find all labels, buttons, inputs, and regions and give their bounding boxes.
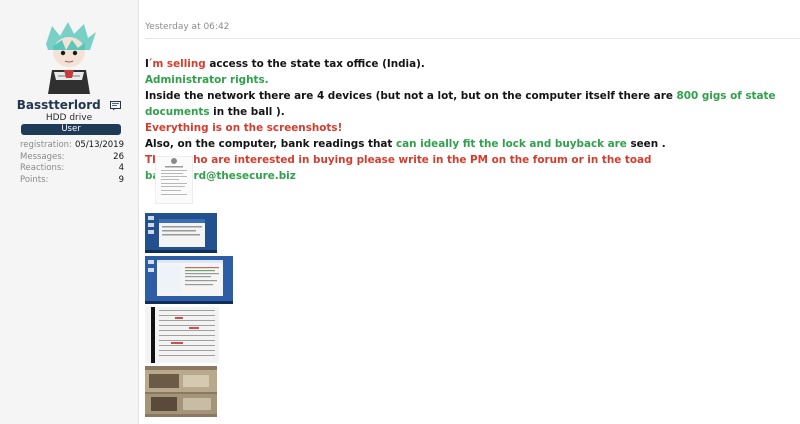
post-line: Inside the network there are 4 devices (… [145, 88, 795, 120]
text-fragment: Everything is on the screenshots! [145, 122, 343, 134]
stat-value: 4 [118, 163, 124, 173]
stat-registration: registration: 05/13/2019 [20, 140, 124, 152]
stat-reactions: Reactions: 4 [20, 163, 124, 175]
stat-value: 26 [113, 151, 124, 162]
text-fragment: seen . [626, 138, 666, 150]
author-sidebar: Basstterlord HDD drive User registration… [0, 0, 139, 424]
post-line: Also, on the computer, bank readings tha… [145, 136, 795, 152]
header-divider [145, 38, 800, 39]
stat-label: Messages: [20, 151, 65, 162]
user-badge: User [21, 124, 121, 135]
author-line: Basstterlord [0, 98, 138, 114]
author-title: HDD drive [45, 113, 93, 123]
attachment-thumbnail[interactable] [145, 256, 233, 304]
post-line: I ́m selling access to the state tax off… [145, 56, 795, 72]
text-fragment: in the ball ). [209, 106, 285, 118]
stat-label: Points: [20, 174, 49, 185]
post-line: Those who are interested in buying pleas… [145, 152, 795, 184]
stat-label: registration: [20, 140, 72, 150]
attachment-thumbnail[interactable] [145, 366, 217, 417]
text-fragment: Inside the network there are 4 devices (… [145, 90, 677, 102]
author-stats: registration: 05/13/2019 Messages: 26 Re… [20, 140, 124, 186]
stat-points: Points: 9 [20, 175, 124, 187]
text-fragment: access to the state tax office (India). [205, 58, 425, 70]
attachment-thumbnail[interactable] [145, 307, 219, 363]
post-line: Administrator rights. [145, 72, 795, 88]
attachment-thumbnail[interactable] [154, 155, 194, 205]
avatar[interactable] [38, 20, 100, 94]
stat-value: 05/13/2019 [75, 140, 124, 150]
stat-label: Reactions: [20, 163, 65, 173]
author-username[interactable]: Basstterlord [17, 98, 101, 112]
text-fragment: can ideally fit the lock and buyback are [395, 138, 627, 150]
attachment-thumbnail[interactable] [145, 213, 217, 253]
forum-post: Basstterlord HDD drive User registration… [0, 0, 800, 424]
text-fragment: Administrator rights. [145, 74, 269, 86]
post-timestamp[interactable]: Yesterday at 06:42 [145, 22, 229, 32]
text-fragment: ́m selling [148, 58, 206, 70]
post-line: Everything is on the screenshots! [145, 120, 795, 136]
stat-value: 9 [118, 174, 124, 185]
post-body: I ́m selling access to the state tax off… [145, 56, 795, 184]
post-content: Yesterday at 06:42 I ́m selling access t… [138, 0, 800, 424]
text-fragment: Those who are interested in buying pleas… [145, 154, 652, 166]
stat-messages: Messages: 26 [20, 152, 124, 164]
text-fragment: Also, on the computer, bank readings tha… [145, 138, 396, 150]
